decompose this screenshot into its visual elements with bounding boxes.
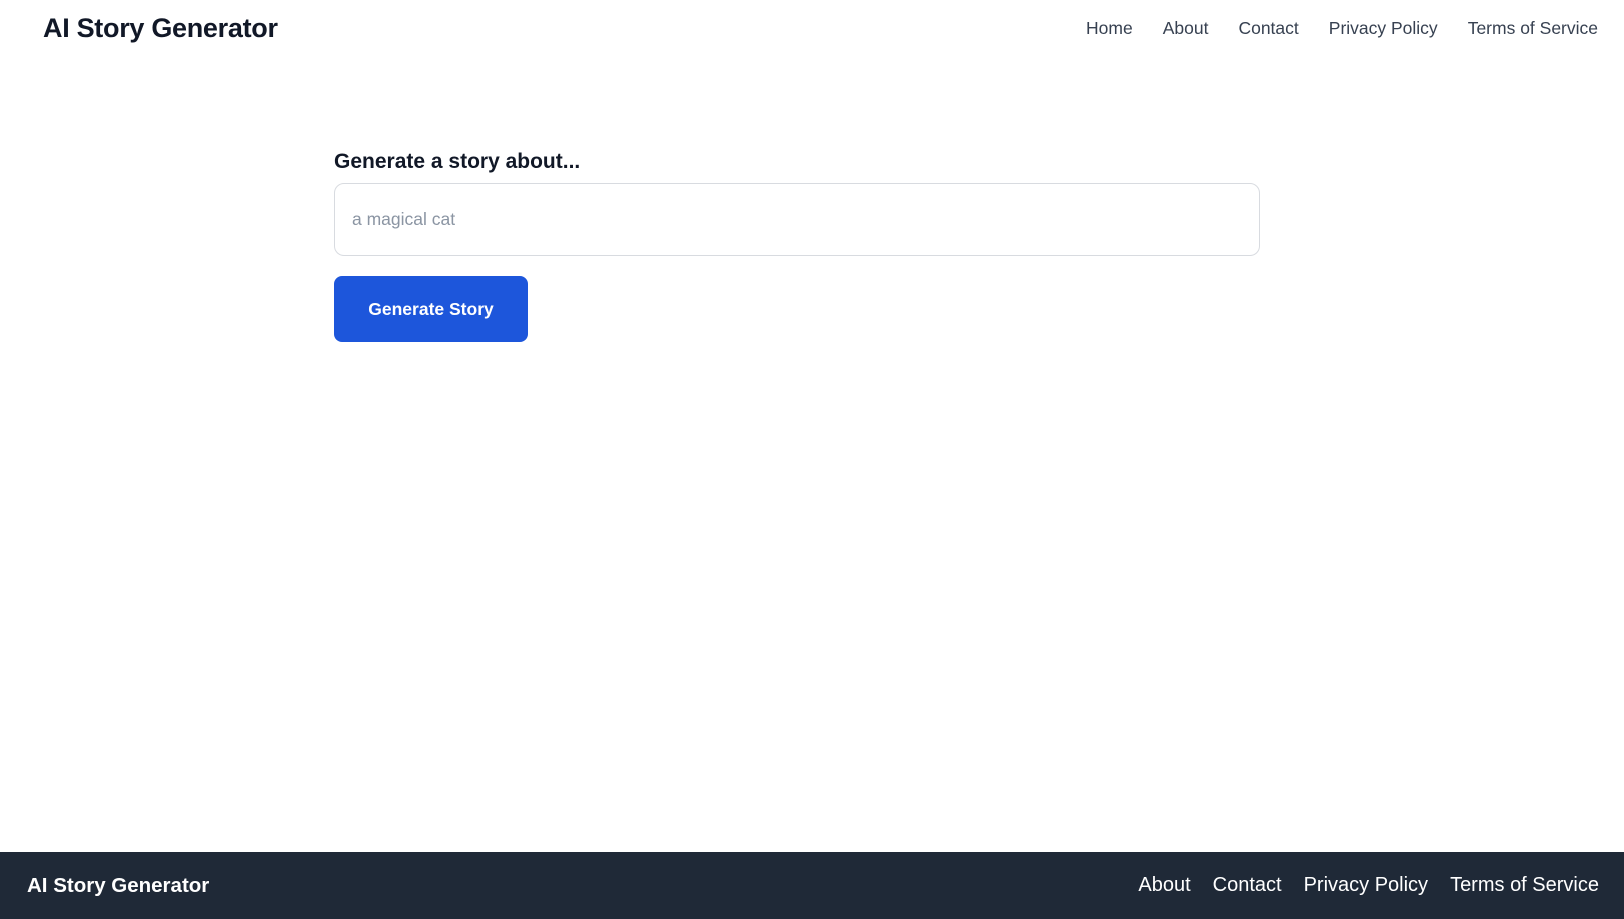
story-prompt-label: Generate a story about... <box>334 150 581 173</box>
footer-link-about[interactable]: About <box>1138 874 1190 897</box>
footer-link-privacy-policy[interactable]: Privacy Policy <box>1304 874 1428 897</box>
footer-site-title: AI Story Generator <box>27 873 210 897</box>
story-prompt-input[interactable] <box>334 183 1260 256</box>
nav-link-about[interactable]: About <box>1163 18 1209 39</box>
footer-link-terms-of-service[interactable]: Terms of Service <box>1450 874 1599 897</box>
story-form: Generate a story about... Generate Story <box>334 150 1260 342</box>
site-title: AI Story Generator <box>43 13 278 43</box>
header: AI Story Generator Home About Contact Pr… <box>0 0 1624 57</box>
footer-nav: About Contact Privacy Policy Terms of Se… <box>1138 874 1599 897</box>
header-nav: Home About Contact Privacy Policy Terms … <box>1086 18 1598 39</box>
footer: AI Story Generator About Contact Privacy… <box>0 852 1624 919</box>
nav-link-contact[interactable]: Contact <box>1238 18 1298 39</box>
nav-link-terms-of-service[interactable]: Terms of Service <box>1468 18 1598 39</box>
generate-story-button[interactable]: Generate Story <box>334 276 528 342</box>
nav-link-home[interactable]: Home <box>1086 18 1133 39</box>
footer-link-contact[interactable]: Contact <box>1213 874 1282 897</box>
nav-link-privacy-policy[interactable]: Privacy Policy <box>1329 18 1438 39</box>
main-content: Generate a story about... Generate Story <box>0 57 1624 852</box>
